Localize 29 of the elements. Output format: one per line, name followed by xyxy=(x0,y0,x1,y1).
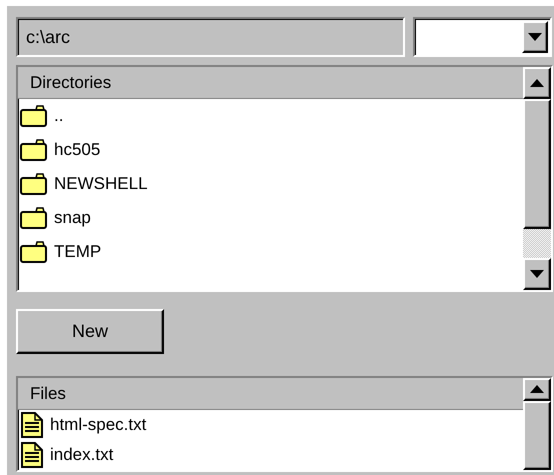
directory-name[interactable]: hc505 xyxy=(54,137,100,163)
scroll-up-button[interactable] xyxy=(523,378,551,401)
scroll-down-button[interactable] xyxy=(523,258,551,290)
scroll-up-button[interactable] xyxy=(523,67,551,99)
directory-name[interactable]: .. xyxy=(54,103,64,129)
folder-icon xyxy=(20,241,48,263)
dropdown-button[interactable] xyxy=(522,21,548,53)
directory-name[interactable]: snap xyxy=(54,205,91,231)
down-arrow-icon xyxy=(530,270,544,278)
dropdown-arrow-icon xyxy=(528,33,542,41)
scroll-thumb[interactable] xyxy=(523,400,551,470)
directory-name[interactable]: TEMP xyxy=(54,239,102,265)
new-button[interactable]: New xyxy=(16,309,164,354)
column-header: Files xyxy=(18,378,523,410)
document-icon xyxy=(20,442,44,468)
column-header: Directories xyxy=(18,67,523,99)
file-name[interactable]: index.txt xyxy=(50,442,114,468)
file-name[interactable]: html-spec.txt xyxy=(50,412,146,438)
scroll-thumb[interactable] xyxy=(523,99,551,229)
up-arrow-icon xyxy=(530,79,544,87)
up-arrow-icon xyxy=(530,385,544,394)
document-icon xyxy=(20,412,44,438)
folder-icon xyxy=(20,139,48,161)
drive-combo[interactable] xyxy=(412,17,552,57)
folder-icon xyxy=(20,173,48,195)
directory-name[interactable]: NEWSHELL xyxy=(54,171,148,197)
folder-icon xyxy=(20,105,48,127)
folder-icon xyxy=(20,207,48,229)
path-field[interactable]: c:\arc xyxy=(16,17,405,57)
